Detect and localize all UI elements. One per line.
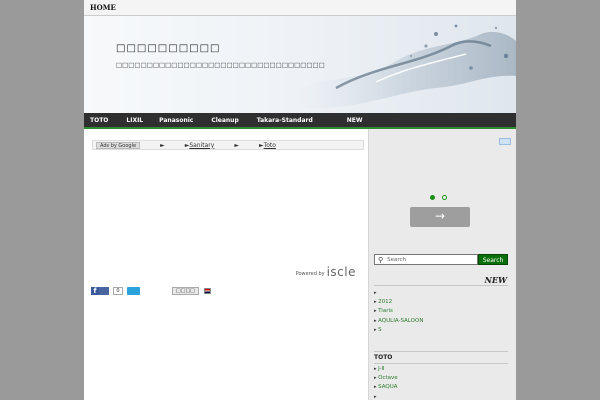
nav-takara-standard[interactable]: Takara-Standard: [257, 117, 313, 124]
water-splash-image: [286, 24, 516, 109]
powered-by-label: Powered by: [295, 271, 325, 277]
search-form: ⚲ Search Search: [374, 254, 508, 265]
list-item[interactable]: SAQUA: [374, 383, 508, 392]
list-item[interactable]: [374, 289, 508, 298]
main-content: Ads by Google ► ► Sanitary ► ► Toto Powe…: [84, 129, 368, 400]
page: HOME □□□□□□□□□□ □□□□□□□□□□□□□□□□□□□□□□□□…: [84, 0, 516, 400]
bookmark-buttons: □□□□: [172, 287, 211, 295]
search-input[interactable]: ⚲ Search: [374, 254, 478, 265]
powered-by-iscle[interactable]: Powered by iscle: [296, 266, 356, 278]
top-navigation: HOME: [84, 0, 516, 16]
arrow-icon: ►: [160, 141, 165, 149]
flag-icon[interactable]: [203, 288, 211, 294]
search-placeholder: Search: [387, 256, 407, 263]
ad-link-toto[interactable]: Toto: [264, 142, 276, 149]
share-buttons: f 0: [91, 287, 140, 295]
home-link[interactable]: HOME: [90, 3, 116, 12]
list-item[interactable]: 2012: [374, 298, 508, 307]
carousel-dot[interactable]: [442, 195, 447, 200]
carousel-indicators: [430, 195, 454, 200]
iscle-logo: iscle: [326, 265, 356, 279]
nav-toto[interactable]: TOTO: [90, 117, 108, 124]
share-count: 0: [113, 287, 123, 295]
ad-link-bar: Ads by Google ► ► Sanitary ► ► Toto: [92, 140, 364, 150]
toto-heading: TOTO: [374, 354, 393, 361]
new-heading: NEW: [484, 275, 507, 285]
list-item[interactable]: AQULIA-SALOON: [374, 317, 508, 326]
site-title[interactable]: □□□□□□□□□□: [116, 43, 220, 54]
toto-list: J-Ⅱ Octave SAQUA: [374, 363, 508, 400]
list-item[interactable]: Octave: [374, 374, 508, 383]
arrow-icon: ►: [234, 141, 239, 149]
list-item[interactable]: [374, 393, 508, 400]
divider: [374, 351, 508, 352]
search-button[interactable]: Search: [478, 254, 508, 265]
category-navigation: TOTO LIXIL Panasonic Cleanup Takara-Stan…: [84, 113, 516, 129]
list-item[interactable]: J-Ⅱ: [374, 365, 508, 374]
facebook-like-button[interactable]: [99, 287, 109, 295]
carousel-dot-active[interactable]: [430, 195, 435, 200]
nav-new[interactable]: NEW: [347, 117, 363, 124]
nav-cleanup[interactable]: Cleanup: [211, 117, 238, 124]
ad-choices-icon[interactable]: [499, 138, 511, 145]
site-header: □□□□□□□□□□ □□□□□□□□□□□□□□□□□□□□□□□□□□□□□…: [84, 16, 516, 113]
sidebar: → ⚲ Search Search NEW 2012 Tiaris AQULIA…: [368, 129, 516, 400]
carousel-next-button[interactable]: →: [410, 207, 470, 227]
ad-link-sanitary[interactable]: Sanitary: [189, 142, 214, 149]
nav-lixil[interactable]: LIXIL: [126, 117, 143, 124]
nav-panasonic[interactable]: Panasonic: [159, 117, 193, 124]
ads-by-google-label[interactable]: Ads by Google: [96, 141, 141, 149]
search-icon: ⚲: [378, 255, 384, 264]
twitter-icon[interactable]: [127, 287, 140, 295]
facebook-icon[interactable]: f: [91, 287, 99, 295]
check-button[interactable]: □□□□: [172, 287, 199, 295]
list-item[interactable]: Tiaris: [374, 307, 508, 316]
new-list: 2012 Tiaris AQULIA-SALOON S: [374, 285, 508, 335]
list-item[interactable]: S: [374, 326, 508, 335]
